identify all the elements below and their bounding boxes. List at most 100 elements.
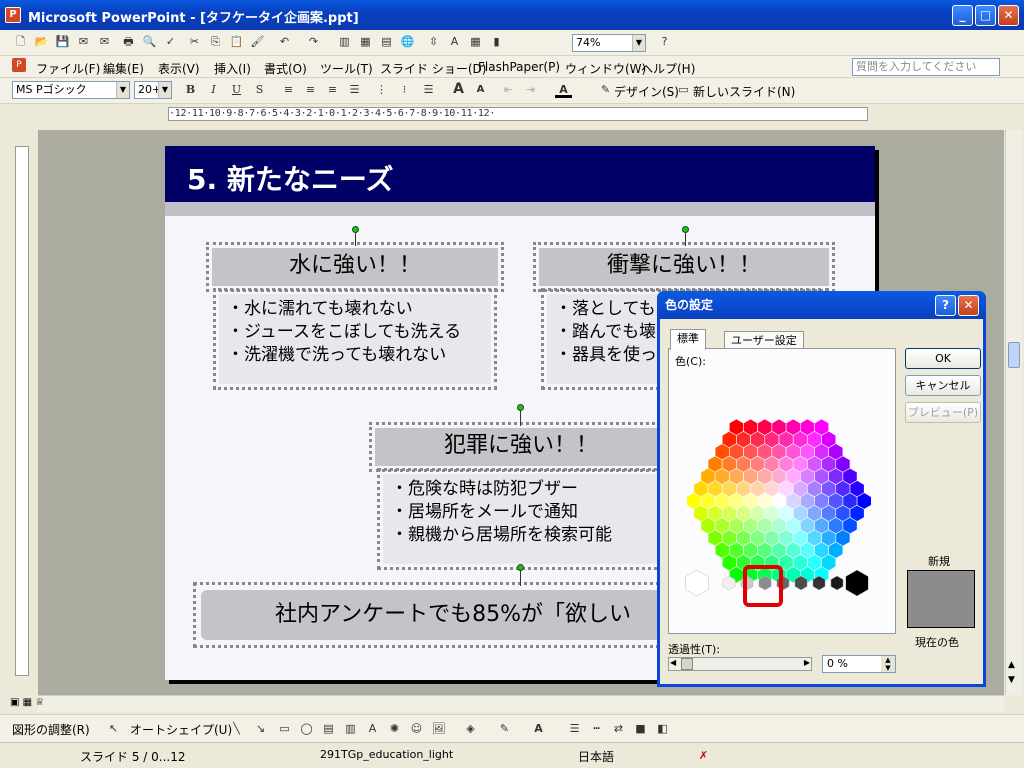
- format-painter-icon[interactable]: 🖌: [249, 33, 266, 50]
- 3d-style-icon[interactable]: ◧: [654, 720, 671, 737]
- insert-chart-icon[interactable]: ▥: [336, 33, 353, 50]
- font-color-icon[interactable]: A: [530, 720, 547, 737]
- horizontal-scrollbar[interactable]: ▣ ▦ ♕: [10, 695, 1004, 712]
- increase-indent-icon[interactable]: ⇥: [522, 81, 539, 98]
- dash-style-icon[interactable]: ┅: [588, 720, 605, 737]
- box3-body[interactable]: ・危険な時は防犯ブザー ・居場所をメールで通知 ・親機から居場所を検索可能: [383, 474, 659, 564]
- line-style-icon[interactable]: ☰: [566, 720, 583, 737]
- previous-slide-icon[interactable]: ▲: [1008, 660, 1015, 670]
- menu-slideshow[interactable]: スライド ショー(D): [380, 60, 486, 77]
- rotate-handle[interactable]: [352, 226, 359, 233]
- new-slide-button[interactable]: 新しいスライド(N): [693, 83, 795, 100]
- fill-color-icon[interactable]: ◈: [462, 720, 479, 737]
- normal-view-icon[interactable]: ▣ ▦ ♕: [10, 697, 44, 708]
- numbered-list-icon[interactable]: ⁝: [396, 81, 413, 98]
- powerpoint-app-icon[interactable]: P: [5, 7, 21, 23]
- slider-left-icon[interactable]: ◀: [670, 658, 676, 667]
- color-grayscale-icon[interactable]: ▮: [488, 33, 505, 50]
- paste-icon[interactable]: 📋: [228, 33, 245, 50]
- transparency-slider[interactable]: ◀ ▶: [668, 657, 812, 671]
- preview-button[interactable]: プレビュー(P): [905, 402, 981, 423]
- line-color-icon[interactable]: ✎: [496, 720, 513, 737]
- align-center-icon[interactable]: ≡: [302, 81, 319, 98]
- arrow-style-icon[interactable]: ⇄: [610, 720, 627, 737]
- spelling-status-icon[interactable]: ✗: [695, 747, 712, 764]
- distributed-icon[interactable]: ☰: [346, 81, 363, 98]
- menu-flashpaper[interactable]: FlashPaper(P): [478, 60, 560, 74]
- new-file-icon[interactable]: 🗋: [12, 33, 29, 50]
- minimize-button[interactable]: _: [952, 5, 973, 26]
- bullets-icon[interactable]: ☰: [420, 81, 437, 98]
- next-slide-icon[interactable]: ▼: [1008, 675, 1015, 685]
- gray-cell[interactable]: [830, 575, 844, 591]
- autoshape-button[interactable]: オートシェイプ(U): [130, 721, 232, 738]
- underline-button[interactable]: U: [228, 81, 245, 98]
- decrease-font-icon[interactable]: A: [472, 81, 489, 98]
- draw-adjust-button[interactable]: 図形の調整(R): [12, 721, 90, 738]
- menu-insert[interactable]: 挿入(I): [214, 60, 251, 77]
- document-icon[interactable]: P: [12, 58, 26, 72]
- save-icon[interactable]: 💾: [54, 33, 71, 50]
- select-objects-icon[interactable]: ↖: [105, 720, 122, 737]
- new-slide-icon[interactable]: ▭: [675, 81, 692, 98]
- slider-thumb[interactable]: [681, 658, 693, 670]
- shadow-style-icon[interactable]: ■: [632, 720, 649, 737]
- vertical-textbox-icon[interactable]: ▥: [342, 720, 359, 737]
- rotate-handle[interactable]: [517, 404, 524, 411]
- menu-view[interactable]: 表示(V): [158, 60, 200, 77]
- menu-tools[interactable]: ツール(T): [320, 60, 373, 77]
- box1-heading[interactable]: 水に強い！！: [212, 248, 498, 286]
- menu-format[interactable]: 書式(O): [264, 60, 307, 77]
- dialog-help-button[interactable]: ?: [935, 295, 956, 316]
- permission-icon[interactable]: ✉: [75, 33, 92, 50]
- spinner-arrows-icon[interactable]: ▲ ▼: [881, 656, 895, 672]
- menu-window[interactable]: ウィンドウ(W): [565, 60, 646, 77]
- decrease-indent-icon[interactable]: ⇤: [500, 81, 517, 98]
- tab-standard[interactable]: 標準: [670, 329, 706, 350]
- hyperlink-icon[interactable]: 🌐: [399, 33, 416, 50]
- clipart-icon[interactable]: ☺: [408, 720, 425, 737]
- textbox-icon[interactable]: ▤: [320, 720, 337, 737]
- wordart-icon[interactable]: A: [364, 720, 381, 737]
- scroll-thumb[interactable]: [1008, 342, 1020, 368]
- box1-body[interactable]: ・水に濡れても壊れない ・ジュースをこぼしても洗える ・洗濯機で洗っても壊れない: [219, 294, 491, 384]
- line-icon[interactable]: ╲: [228, 720, 245, 737]
- print-icon[interactable]: 🖶: [120, 33, 137, 50]
- rotate-handle[interactable]: [682, 226, 689, 233]
- grid-icon[interactable]: ▦: [467, 33, 484, 50]
- menu-edit[interactable]: 編集(E): [103, 60, 144, 77]
- open-folder-icon[interactable]: 📂: [33, 33, 50, 50]
- design-button[interactable]: デザイン(S): [614, 83, 679, 100]
- font-name-select[interactable]: MS Pゴシック ▼: [12, 81, 130, 99]
- dialog-close-button[interactable]: ✕: [958, 295, 979, 316]
- slider-right-icon[interactable]: ▶: [804, 658, 810, 667]
- arrow-icon[interactable]: ↘: [252, 720, 269, 737]
- rotate-handle[interactable]: [517, 564, 524, 571]
- menu-file[interactable]: ファイル(F): [36, 60, 100, 77]
- box2-heading[interactable]: 衝撃に強い！！: [539, 248, 829, 286]
- design-icon[interactable]: ✎: [597, 81, 614, 98]
- oval-icon[interactable]: ◯: [298, 720, 315, 737]
- diagram-icon[interactable]: ✺: [386, 720, 403, 737]
- cut-icon[interactable]: ✂: [186, 33, 203, 50]
- vertical-scrollbar[interactable]: ▲ ▼: [1005, 130, 1022, 695]
- email-icon[interactable]: ✉: [96, 33, 113, 50]
- font-color-icon[interactable]: A: [555, 81, 572, 98]
- cancel-button[interactable]: キャンセル: [905, 375, 981, 396]
- redo-icon[interactable]: ↷: [305, 33, 322, 50]
- show-formatting-icon[interactable]: A: [446, 33, 463, 50]
- picture-icon[interactable]: 🖼: [430, 720, 447, 737]
- print-preview-icon[interactable]: 🔍: [141, 33, 158, 50]
- box3-heading[interactable]: 犯罪に強い！！: [375, 428, 667, 466]
- align-left-icon[interactable]: ≡: [280, 81, 297, 98]
- tables-borders-icon[interactable]: ▤: [378, 33, 395, 50]
- insert-table-icon[interactable]: ▦: [357, 33, 374, 50]
- numbering-icon[interactable]: ⋮: [373, 81, 390, 98]
- ok-button[interactable]: OK: [905, 348, 981, 369]
- undo-icon[interactable]: ↶: [276, 33, 293, 50]
- align-right-icon[interactable]: ≡: [324, 81, 341, 98]
- menu-help[interactable]: ヘルプ(H): [641, 60, 695, 77]
- shadow-button[interactable]: S: [251, 81, 268, 98]
- bold-button[interactable]: B: [182, 81, 199, 98]
- expand-all-icon[interactable]: ⇳: [425, 33, 442, 50]
